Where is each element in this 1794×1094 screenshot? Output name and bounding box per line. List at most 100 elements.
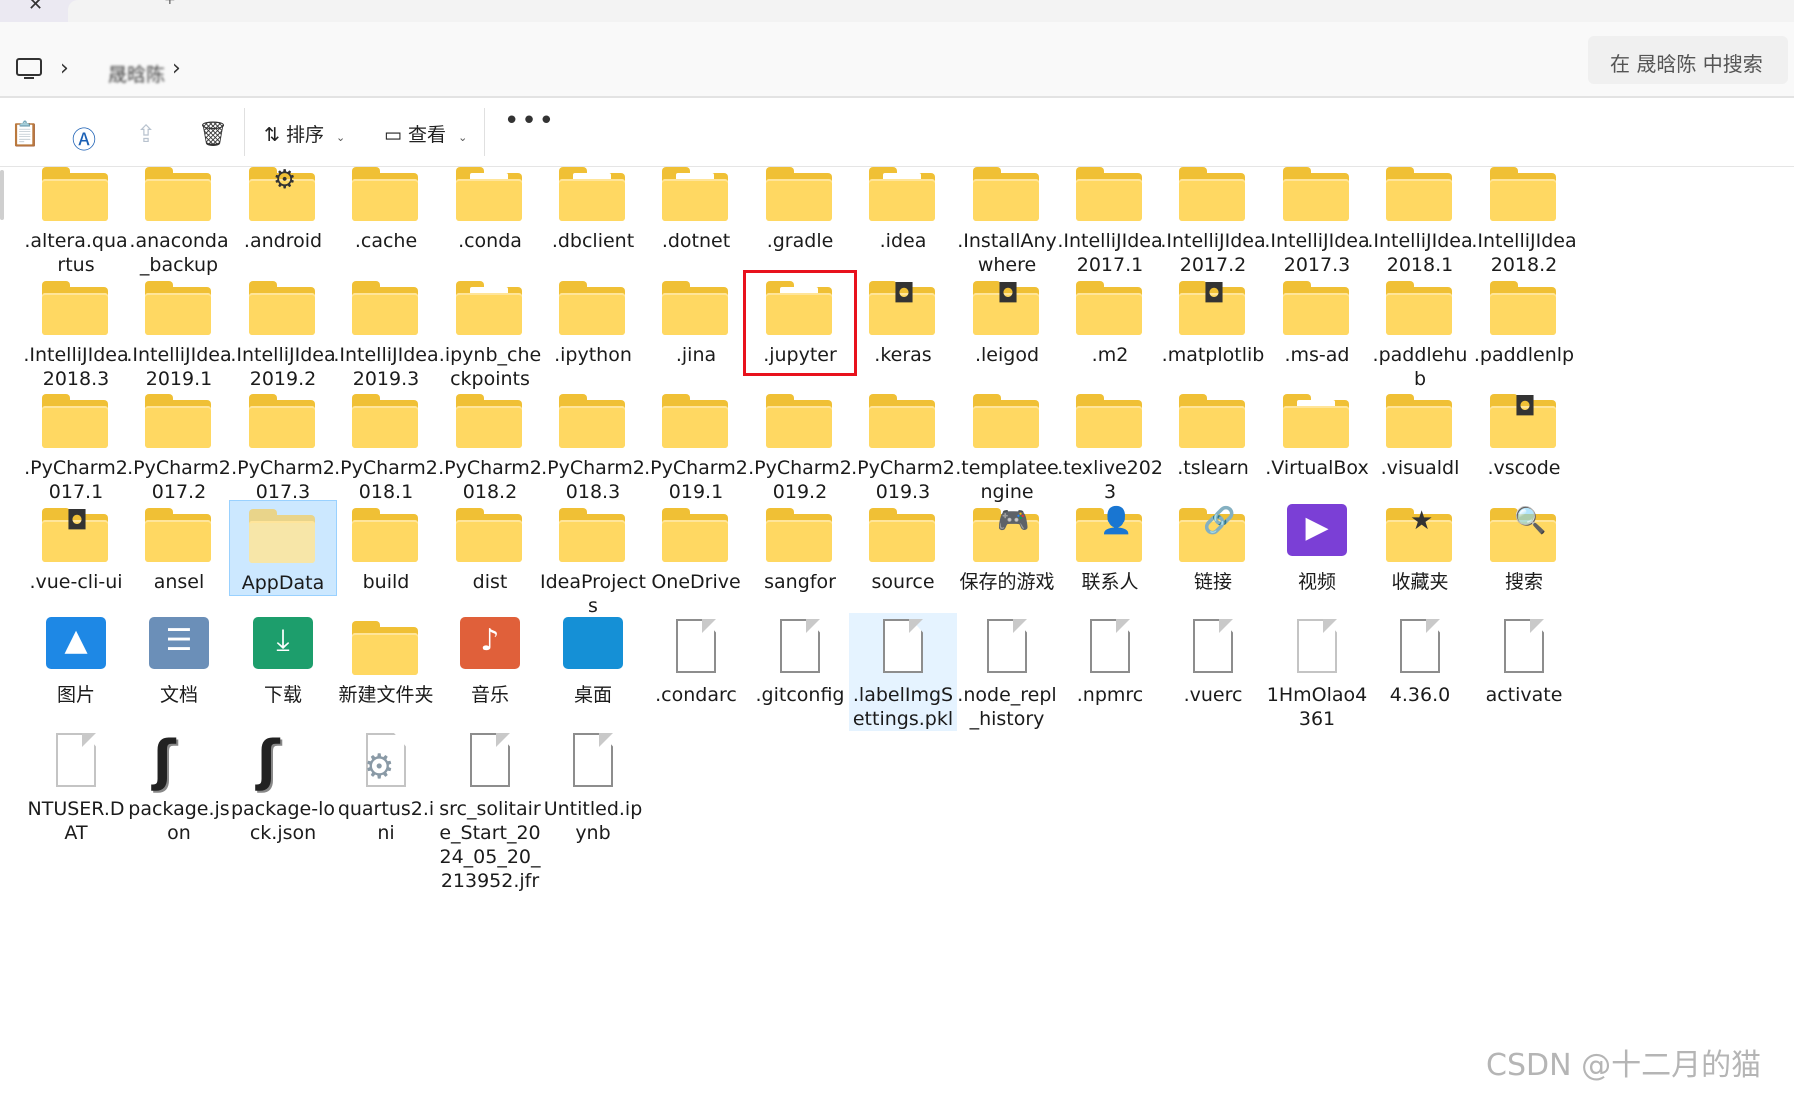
- folder-item[interactable]: .templateengine: [953, 386, 1061, 504]
- folder-item[interactable]: .m2: [1056, 273, 1164, 367]
- folder-item[interactable]: .jina: [642, 273, 750, 367]
- folder-item[interactable]: .PyCharm2019.3: [849, 386, 957, 504]
- file-item[interactable]: 4.36.0: [1366, 613, 1474, 707]
- folder-item[interactable]: dist: [436, 500, 544, 594]
- folder-item[interactable]: .InstallAnywhere: [953, 159, 1061, 277]
- folder-item[interactable]: ◘ .leigod: [953, 273, 1061, 367]
- file-item[interactable]: .condarc: [642, 613, 750, 707]
- folder-item[interactable]: ♪ 音乐: [436, 613, 544, 707]
- folder-item[interactable]: .dotnet: [642, 159, 750, 253]
- folder-item[interactable]: .visualdl: [1366, 386, 1474, 480]
- folder-item[interactable]: .tslearn: [1159, 386, 1267, 480]
- folder-item[interactable]: .PyCharm2019.2: [746, 386, 854, 504]
- folder-item[interactable]: .jupyter: [743, 270, 857, 376]
- folder-item[interactable]: .IntelliJIdea2019.1: [125, 273, 233, 391]
- this-pc-icon[interactable]: [16, 58, 42, 79]
- view-button[interactable]: ▭ 查看 ⌄: [384, 120, 467, 147]
- close-tab-icon[interactable]: ✕: [28, 0, 43, 15]
- file-item[interactable]: .gitconfig: [746, 613, 854, 707]
- item-label: .ipython: [554, 344, 632, 366]
- folder-item[interactable]: .conda: [436, 159, 544, 253]
- folder-item[interactable]: .IntelliJIdea2018.2: [1470, 159, 1578, 277]
- folder-item[interactable]: .PyCharm2017.1: [22, 386, 130, 504]
- breadcrumb-chevron-icon[interactable]: ›: [172, 56, 181, 81]
- folder-item[interactable]: 🔍 搜索: [1470, 500, 1578, 594]
- folder-icon: [973, 159, 1041, 225]
- file-icon: [1076, 613, 1144, 679]
- address-field[interactable]: › 晟晗陈 ›: [0, 36, 1574, 87]
- folder-item[interactable]: .ipython: [539, 273, 647, 367]
- file-item[interactable]: NTUSER.DAT: [22, 727, 130, 845]
- folder-item[interactable]: .ipynb_checkpoints: [436, 273, 544, 391]
- folder-item[interactable]: .IntelliJIdea2018.3: [22, 273, 130, 391]
- folder-item[interactable]: .gradle: [746, 159, 854, 253]
- search-input[interactable]: 在 晟晗陈 中搜索: [1588, 36, 1788, 84]
- folder-item[interactable]: .IntelliJIdea2017.3: [1263, 159, 1371, 277]
- folder-item[interactable]: ⤓ 下载: [229, 613, 337, 707]
- sort-button[interactable]: ⇅ 排序 ⌄: [264, 120, 345, 147]
- folder-item[interactable]: ansel: [125, 500, 233, 594]
- file-item[interactable]: ʃ package-lock.json: [229, 727, 337, 845]
- paste-icon[interactable]: 📋: [10, 120, 40, 148]
- folder-item[interactable]: .cache: [332, 159, 440, 253]
- folder-item[interactable]: .ms-ad: [1263, 273, 1371, 367]
- folder-item[interactable]: ☰ 文档: [125, 613, 233, 707]
- folder-item[interactable]: .texlive2023: [1056, 386, 1164, 504]
- breadcrumb-current-folder[interactable]: 晟晗陈: [108, 60, 165, 87]
- file-item[interactable]: .npmrc: [1056, 613, 1164, 707]
- folder-item[interactable]: ◘ .matplotlib: [1159, 273, 1267, 367]
- breadcrumb-chevron-icon[interactable]: ›: [60, 56, 69, 81]
- folder-item[interactable]: .IntelliJIdea2017.2: [1159, 159, 1267, 277]
- folder-item[interactable]: .idea: [849, 159, 957, 253]
- share-icon[interactable]: ⇪: [136, 120, 156, 148]
- file-item[interactable]: .node_repl_history: [953, 613, 1061, 731]
- folder-item[interactable]: ◘ .vue-cli-ui: [22, 500, 130, 594]
- file-item[interactable]: .vuerc: [1159, 613, 1267, 707]
- folder-item[interactable]: IdeaProjects: [539, 500, 647, 618]
- file-item[interactable]: 1HmOlao4361: [1263, 613, 1371, 731]
- folder-item[interactable]: ▲ 图片: [22, 613, 130, 707]
- folder-item[interactable]: 🔗 链接: [1159, 500, 1267, 594]
- delete-icon[interactable]: 🗑: [198, 120, 228, 148]
- file-item[interactable]: src_solitaire_Start_2024_05_20_213952.jf…: [436, 727, 544, 893]
- folder-item[interactable]: 桌面: [539, 613, 647, 707]
- file-item[interactable]: Untitled.ipynb: [539, 727, 647, 845]
- folder-item[interactable]: sangfor: [746, 500, 854, 594]
- folder-item[interactable]: OneDrive: [642, 500, 750, 594]
- folder-item[interactable]: .PyCharm2018.3: [539, 386, 647, 504]
- folder-item[interactable]: .VirtualBox: [1263, 386, 1371, 480]
- folder-item[interactable]: 👤 联系人: [1056, 500, 1164, 594]
- folder-item[interactable]: ★ 收藏夹: [1366, 500, 1474, 594]
- folder-item[interactable]: ⚙ .android: [229, 159, 337, 253]
- folder-item[interactable]: ◘ .vscode: [1470, 386, 1578, 480]
- folder-item[interactable]: .IntelliJIdea2018.1: [1366, 159, 1474, 277]
- file-item[interactable]: activate: [1470, 613, 1578, 707]
- folder-item[interactable]: .paddlehub: [1366, 273, 1474, 391]
- folder-item[interactable]: .PyCharm2018.1: [332, 386, 440, 504]
- folder-item[interactable]: .PyCharm2017.2: [125, 386, 233, 504]
- folder-item[interactable]: AppData: [229, 500, 337, 596]
- more-options-icon[interactable]: •••: [504, 106, 556, 136]
- folder-item[interactable]: build: [332, 500, 440, 594]
- file-icon: [1386, 613, 1454, 679]
- folder-item[interactable]: ▶ 视频: [1263, 500, 1371, 594]
- folder-item[interactable]: .altera.quartus: [22, 159, 130, 277]
- file-item[interactable]: .labelImgSettings.pkl: [849, 613, 957, 731]
- active-tab[interactable]: +: [68, 0, 1794, 22]
- folder-item[interactable]: 🎮 保存的游戏: [953, 500, 1061, 594]
- folder-item[interactable]: .IntelliJIdea2017.1: [1056, 159, 1164, 277]
- folder-item[interactable]: .PyCharm2017.3: [229, 386, 337, 504]
- rename-icon[interactable]: Ⓐ: [72, 120, 96, 155]
- folder-item[interactable]: .IntelliJIdea2019.3: [332, 273, 440, 391]
- folder-item[interactable]: .PyCharm2018.2: [436, 386, 544, 504]
- folder-item[interactable]: 新建文件夹: [332, 613, 440, 707]
- folder-item[interactable]: .dbclient: [539, 159, 647, 253]
- folder-item[interactable]: .PyCharm2019.1: [642, 386, 750, 504]
- folder-item[interactable]: .anaconda_backup: [125, 159, 233, 277]
- folder-item[interactable]: .IntelliJIdea2019.2: [229, 273, 337, 391]
- file-item[interactable]: ⚙ quartus2.ini: [332, 727, 440, 845]
- folder-item[interactable]: source: [849, 500, 957, 594]
- folder-item[interactable]: .paddlenlp: [1470, 273, 1578, 367]
- file-item[interactable]: ʃ package.json: [125, 727, 233, 845]
- folder-item[interactable]: ◘ .keras: [849, 273, 957, 367]
